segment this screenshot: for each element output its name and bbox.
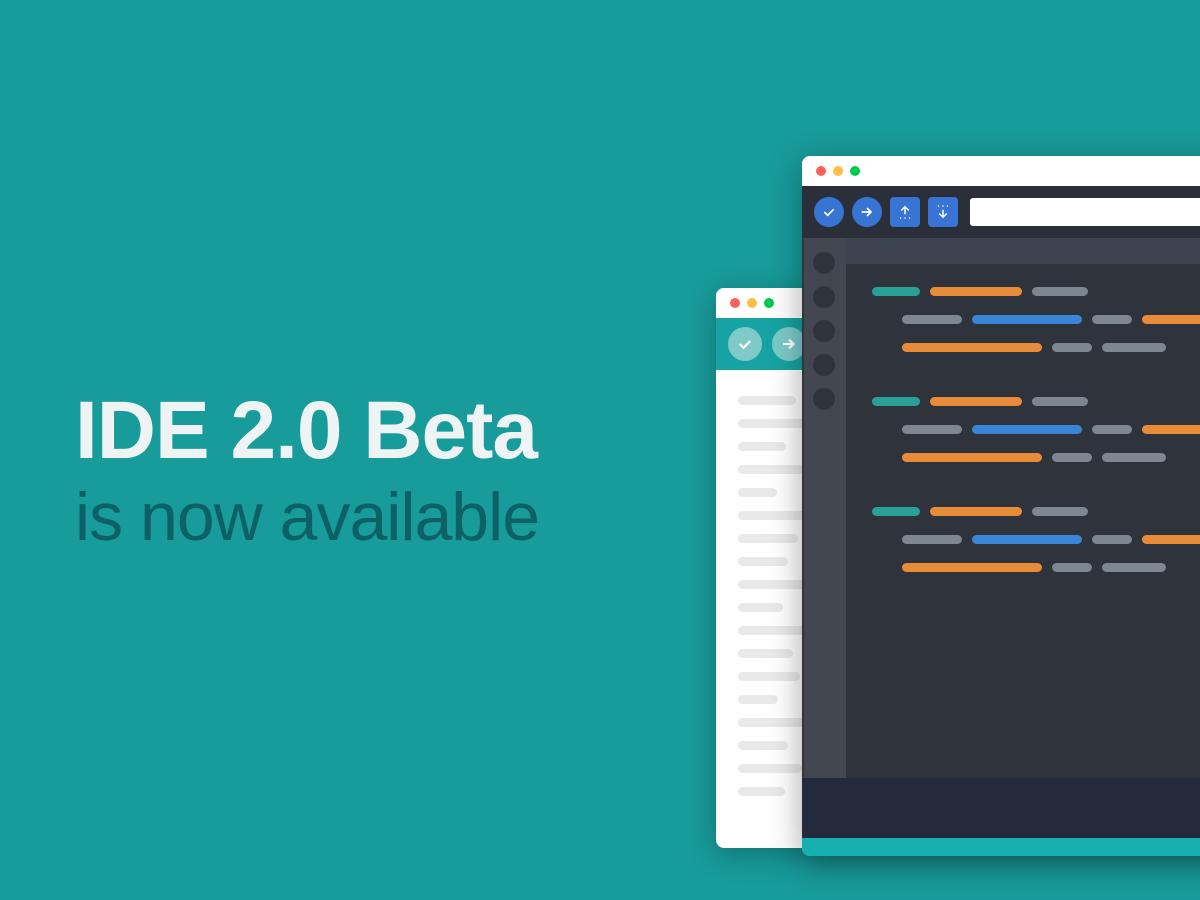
board-selector[interactable] (970, 198, 1200, 226)
code-placeholder-line (738, 764, 802, 773)
code-token (1102, 343, 1166, 352)
headline-sub: is now available (75, 478, 539, 556)
maximize-icon[interactable] (764, 298, 774, 308)
serial-monitor-up-button[interactable] (890, 197, 920, 227)
code-area[interactable] (846, 264, 1200, 778)
code-placeholder-line (738, 396, 796, 405)
tab-strip[interactable] (846, 238, 1200, 264)
code-token (930, 397, 1022, 406)
code-token (902, 453, 1042, 462)
main-area (802, 238, 1200, 778)
code-token (1032, 507, 1088, 516)
verify-button[interactable] (728, 327, 762, 361)
sidebar-item[interactable] (813, 286, 835, 308)
code-token (930, 507, 1022, 516)
code-token (1092, 425, 1132, 434)
headline-main: IDE 2.0 Beta (75, 390, 539, 472)
code-line (846, 424, 1200, 434)
maximize-icon[interactable] (850, 166, 860, 176)
code-token (1052, 343, 1092, 352)
code-token (972, 535, 1082, 544)
titlebar-new (802, 156, 1200, 186)
code-token (902, 315, 962, 324)
code-line (846, 396, 1200, 406)
code-placeholder-line (738, 465, 804, 474)
code-placeholder-line (738, 557, 788, 566)
code-token (1142, 425, 1200, 434)
check-icon (736, 335, 754, 353)
code-line (846, 342, 1200, 352)
code-line (846, 534, 1200, 544)
code-token (972, 425, 1082, 434)
activity-sidebar (802, 238, 846, 778)
code-placeholder-line (738, 580, 806, 589)
code-token (902, 425, 962, 434)
code-token (1052, 563, 1092, 572)
close-icon[interactable] (816, 166, 826, 176)
code-placeholder-line (738, 603, 783, 612)
code-line (846, 286, 1200, 296)
serial-monitor-down-button[interactable] (928, 197, 958, 227)
code-token (1142, 315, 1200, 324)
code-token (902, 535, 962, 544)
code-token (902, 343, 1042, 352)
editor-panel (846, 238, 1200, 778)
code-token (872, 507, 920, 516)
code-token (1092, 315, 1132, 324)
minimize-icon[interactable] (747, 298, 757, 308)
code-line (846, 314, 1200, 324)
code-placeholder-line (738, 672, 800, 681)
sidebar-item[interactable] (813, 388, 835, 410)
sidebar-item[interactable] (813, 354, 835, 376)
code-placeholder-line (738, 442, 786, 451)
upload-button[interactable] (852, 197, 882, 227)
code-token (1032, 287, 1088, 296)
code-token (1142, 535, 1200, 544)
code-token (972, 315, 1082, 324)
code-token (1092, 535, 1132, 544)
code-placeholder-line (738, 741, 788, 750)
status-bar (802, 838, 1200, 856)
code-line (846, 506, 1200, 516)
code-placeholder-line (738, 787, 785, 796)
code-token (930, 287, 1022, 296)
sidebar-item[interactable] (813, 320, 835, 342)
code-token (1102, 563, 1166, 572)
close-icon[interactable] (730, 298, 740, 308)
code-line (846, 452, 1200, 462)
code-token (1102, 453, 1166, 462)
window-new-ide (802, 156, 1200, 856)
arrow-right-icon (780, 335, 798, 353)
code-line (846, 562, 1200, 572)
arrow-down-dotted-icon (934, 203, 952, 221)
sidebar-item[interactable] (813, 252, 835, 274)
code-placeholder-line (738, 649, 793, 658)
code-placeholder-line (738, 511, 812, 520)
headline: IDE 2.0 Beta is now available (75, 390, 539, 556)
arrow-right-icon (859, 204, 875, 220)
check-icon (821, 204, 837, 220)
code-token (1032, 397, 1088, 406)
code-placeholder-line (738, 534, 798, 543)
code-token (902, 563, 1042, 572)
code-placeholder-line (738, 488, 777, 497)
code-token (1052, 453, 1092, 462)
minimize-icon[interactable] (833, 166, 843, 176)
code-placeholder-line (738, 718, 810, 727)
arrow-up-dotted-icon (896, 203, 914, 221)
output-panel[interactable] (802, 778, 1200, 838)
verify-button[interactable] (814, 197, 844, 227)
code-placeholder-line (738, 695, 778, 704)
code-token (872, 397, 920, 406)
upload-button[interactable] (772, 327, 806, 361)
toolbar-new (802, 186, 1200, 238)
code-token (872, 287, 920, 296)
